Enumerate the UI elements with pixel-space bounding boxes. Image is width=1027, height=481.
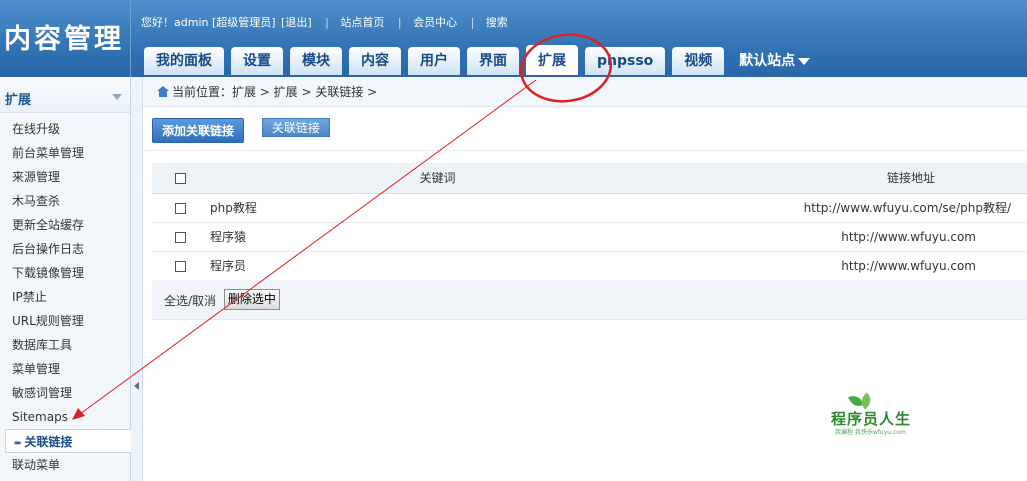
- sidebar-item-url-rules[interactable]: URL规则管理: [0, 309, 130, 333]
- sidebar-item-ip-ban[interactable]: IP禁止: [0, 285, 130, 309]
- tab-settings[interactable]: 设置: [231, 47, 283, 75]
- breadcrumb-text: 当前位置：扩展 > 扩展 > 关联链接 >: [172, 85, 378, 99]
- site-home-link[interactable]: 站点首页: [340, 16, 384, 29]
- action-bar: 添加关联链接 关联链接: [143, 107, 1027, 151]
- table-row: 程序猿 http://www.wfuyu.com: [152, 222, 1027, 252]
- tab-users[interactable]: 用户: [408, 47, 460, 75]
- sidebar-item-database[interactable]: 数据库工具: [0, 333, 130, 357]
- top-header: 内容管理 您好！admin [超级管理员] [退出] | 站点首页 | 会员中心…: [0, 0, 1027, 77]
- keyword-cell: 程序员: [210, 251, 545, 281]
- sidebar: 扩展 在线升级 前台菜单管理 来源管理 木马查杀 更新全站缓存 后台操作日志 下…: [0, 77, 132, 481]
- sidebar-header[interactable]: 扩展: [0, 77, 130, 113]
- row-checkbox-cell: [152, 193, 210, 223]
- watermark-logo: 程序员人生 我编程 我快乐wfuyu.com: [829, 392, 929, 437]
- collapse-left-icon[interactable]: [134, 382, 139, 390]
- greeting-text: 您好！admin [超级管理员]: [141, 16, 276, 29]
- divider: |: [325, 16, 329, 29]
- chevron-down-icon: [112, 94, 122, 100]
- keyword-cell: 程序猿: [210, 222, 545, 252]
- site-select-label: 默认站点: [739, 53, 796, 69]
- header-checkbox-cell: [152, 163, 210, 194]
- table-row: 程序员 http://www.wfuyu.com: [152, 251, 1027, 281]
- tab-dashboard[interactable]: 我的面板: [144, 47, 224, 75]
- caret-down-icon: [798, 57, 811, 65]
- related-links-table: 关键词 链接地址 php教程 http://www.wfuyu.com/se/p…: [152, 163, 1027, 281]
- header-url: 链接地址: [545, 163, 1027, 194]
- row-checkbox-cell: [152, 222, 210, 252]
- top-bar: 您好！admin [超级管理员] [退出] | 站点首页 | 会员中心 | 搜索: [141, 14, 510, 30]
- delete-selected-button[interactable]: 删除选中: [223, 289, 280, 310]
- divider: |: [470, 16, 475, 29]
- add-related-link-button[interactable]: 添加关联链接: [152, 118, 245, 143]
- url-cell: http://www.wfuyu.com: [545, 251, 1027, 281]
- main-nav: 我的面板 设置 模块 内容 用户 界面 扩展 phpsso 视频 默认站点: [144, 45, 811, 77]
- select-all-toggle[interactable]: 全选/取消: [164, 294, 216, 308]
- url-cell: http://www.wfuyu.com/se/php教程/: [545, 193, 1027, 223]
- tab-video[interactable]: 视频: [672, 47, 725, 75]
- sidebar-item-menu[interactable]: 菜单管理: [0, 357, 130, 381]
- tab-modules[interactable]: 模块: [290, 47, 342, 75]
- logout-link[interactable]: [退出]: [281, 16, 312, 29]
- header-keyword: 关键词: [210, 163, 545, 194]
- member-center-link[interactable]: 会员中心: [413, 16, 457, 29]
- tab-content[interactable]: 内容: [349, 47, 401, 75]
- keyword-cell: php教程: [210, 193, 545, 223]
- sidebar-item-source[interactable]: 来源管理: [0, 165, 130, 189]
- divider: |: [397, 16, 402, 29]
- sidebar-item-update-cache[interactable]: 更新全站缓存: [0, 213, 130, 237]
- row-checkbox-cell: [152, 251, 210, 281]
- related-links-button[interactable]: 关联链接: [261, 118, 330, 137]
- arrow-right-icon: ➨: [14, 438, 23, 449]
- sidebar-item-mirror[interactable]: 下载镜像管理: [0, 261, 130, 285]
- sidebar-item-admin-log[interactable]: 后台操作日志: [0, 237, 130, 261]
- sidebar-item-online-upgrade[interactable]: 在线升级: [0, 117, 130, 141]
- url-cell: http://www.wfuyu.com: [545, 222, 1027, 252]
- sidebar-list: 在线升级 前台菜单管理 来源管理 木马查杀 更新全站缓存 后台操作日志 下载镜像…: [0, 113, 132, 477]
- app-logo: 内容管理: [0, 0, 131, 77]
- breadcrumb: 当前位置：扩展 > 扩展 > 关联链接 >: [143, 77, 1027, 107]
- tab-interface[interactable]: 界面: [467, 47, 519, 75]
- tab-phpsso[interactable]: phpsso: [585, 47, 666, 75]
- sidebar-item-sensitive-words[interactable]: 敏感词管理: [0, 381, 130, 405]
- row-checkbox[interactable]: [175, 202, 186, 214]
- watermark-text: 程序员人生: [831, 410, 912, 428]
- sidebar-item-front-menu[interactable]: 前台菜单管理: [0, 141, 130, 165]
- table-footer: 全选/取消 删除选中: [152, 280, 1027, 320]
- site-select-dropdown[interactable]: 默认站点: [739, 47, 811, 75]
- sidebar-collapse-bar[interactable]: [131, 77, 143, 481]
- select-all-checkbox[interactable]: [175, 172, 186, 184]
- search-link[interactable]: 搜索: [486, 16, 508, 29]
- sidebar-item-related-links[interactable]: ➨ 关联链接: [5, 429, 132, 453]
- sidebar-item-trojan-scan[interactable]: 木马查杀: [0, 189, 130, 213]
- tab-extensions[interactable]: 扩展: [526, 45, 578, 75]
- sidebar-title: 扩展: [5, 93, 32, 108]
- watermark-subtext: 我编程 我快乐wfuyu.com: [835, 429, 906, 436]
- sidebar-item-sitemaps[interactable]: Sitemaps: [0, 405, 130, 429]
- sidebar-item-label: 关联链接: [24, 435, 73, 449]
- home-icon: [157, 86, 169, 97]
- table-header-row: 关键词 链接地址: [152, 163, 1027, 194]
- row-checkbox[interactable]: [175, 231, 186, 243]
- table-row: php教程 http://www.wfuyu.com/se/php教程/: [152, 193, 1027, 223]
- row-checkbox[interactable]: [175, 260, 186, 272]
- sidebar-item-linkage-menu[interactable]: 联动菜单: [0, 453, 130, 477]
